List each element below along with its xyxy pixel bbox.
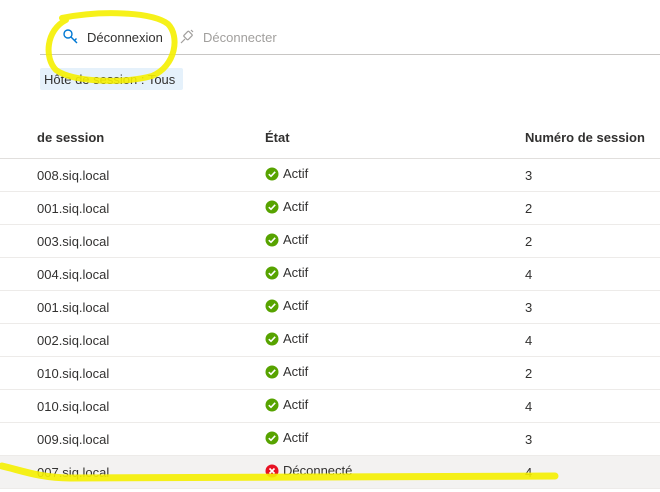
signout-button[interactable]: Déconnexion xyxy=(62,26,163,48)
cell-state: Actif xyxy=(265,166,308,181)
column-header-session-number[interactable]: Numéro de session xyxy=(525,130,645,145)
check-circle-icon xyxy=(265,431,279,445)
cell-state: Actif xyxy=(265,430,308,445)
cell-state: Actif xyxy=(265,298,308,313)
cell-host: 001.siq.local xyxy=(37,201,110,216)
filter-label: Hôte de session : Tous xyxy=(44,71,176,87)
state-label: Actif xyxy=(283,298,309,313)
disconnect-label: Déconnecter xyxy=(203,29,277,45)
table-row[interactable]: 001.siq.local Actif 2 xyxy=(0,192,660,225)
cell-session-number: 3 xyxy=(525,432,533,447)
filter-pill-session-host[interactable]: Hôte de session : Tous xyxy=(40,68,184,90)
cell-state: Actif xyxy=(265,331,308,346)
cell-session-number: 3 xyxy=(525,300,533,315)
table-row[interactable]: 010.siq.local Actif 2 xyxy=(0,357,660,390)
cell-host: 001.siq.local xyxy=(37,300,110,315)
cell-session-number: 2 xyxy=(525,366,533,381)
table-row[interactable]: 009.siq.local Actif 3 xyxy=(0,423,660,456)
table-row[interactable]: 008.siq.local Actif 3 xyxy=(0,159,660,192)
cell-state: Actif xyxy=(265,199,308,214)
toolbar-divider xyxy=(40,54,660,55)
state-label: Actif xyxy=(283,232,309,247)
cell-host: 010.siq.local xyxy=(37,399,110,414)
table-row[interactable]: 001.siq.local Actif 3 xyxy=(0,291,660,324)
check-circle-icon xyxy=(265,233,279,247)
cell-state: Actif xyxy=(265,232,308,247)
cell-session-number: 2 xyxy=(525,234,533,249)
state-label: Actif xyxy=(283,265,309,280)
cell-session-number: 4 xyxy=(525,399,533,414)
table-row[interactable]: 007.siq.local Déconnecté 4 xyxy=(0,456,660,489)
command-bar: Déconnexion Déconnecter xyxy=(0,0,660,56)
signout-label: Déconnexion xyxy=(87,29,163,45)
column-header-host[interactable]: de session xyxy=(37,130,104,145)
state-label: Déconnecté xyxy=(283,463,353,478)
state-label: Actif xyxy=(283,397,309,412)
cell-host: 008.siq.local xyxy=(37,168,110,183)
table-row[interactable]: 010.siq.local Actif 4 xyxy=(0,390,660,423)
cell-host: 004.siq.local xyxy=(37,267,110,282)
cell-session-number: 3 xyxy=(525,168,533,183)
cell-host: 007.siq.local xyxy=(37,465,110,480)
key-icon xyxy=(62,28,80,46)
unplug-icon xyxy=(178,28,196,46)
cell-state: Déconnecté xyxy=(265,463,352,478)
state-label: Actif xyxy=(283,199,309,214)
cell-state: Actif xyxy=(265,265,308,280)
cell-session-number: 4 xyxy=(525,465,533,480)
cell-host: 009.siq.local xyxy=(37,432,110,447)
cell-state: Actif xyxy=(265,397,308,412)
check-circle-icon xyxy=(265,332,279,346)
state-label: Actif xyxy=(283,430,309,445)
state-label: Actif xyxy=(283,364,309,379)
check-circle-icon xyxy=(265,167,279,181)
check-circle-icon xyxy=(265,398,279,412)
cell-host: 002.siq.local xyxy=(37,333,110,348)
state-label: Actif xyxy=(283,331,309,346)
cell-session-number: 2 xyxy=(525,201,533,216)
cell-session-number: 4 xyxy=(525,267,533,282)
cell-session-number: 4 xyxy=(525,333,533,348)
table-row[interactable]: 002.siq.local Actif 4 xyxy=(0,324,660,357)
table-row[interactable]: 003.siq.local Actif 2 xyxy=(0,225,660,258)
table-row[interactable]: 004.siq.local Actif 4 xyxy=(0,258,660,291)
column-header-state[interactable]: État xyxy=(265,130,290,145)
state-label: Actif xyxy=(283,166,309,181)
error-circle-icon xyxy=(265,464,279,478)
sessions-table: de session État Numéro de session 008.si… xyxy=(0,120,660,489)
check-circle-icon xyxy=(265,266,279,280)
cell-host: 010.siq.local xyxy=(37,366,110,381)
table-header: de session État Numéro de session xyxy=(0,120,660,159)
check-circle-icon xyxy=(265,299,279,313)
cell-state: Actif xyxy=(265,364,308,379)
check-circle-icon xyxy=(265,365,279,379)
disconnect-button[interactable]: Déconnecter xyxy=(178,26,277,48)
check-circle-icon xyxy=(265,200,279,214)
cell-host: 003.siq.local xyxy=(37,234,110,249)
